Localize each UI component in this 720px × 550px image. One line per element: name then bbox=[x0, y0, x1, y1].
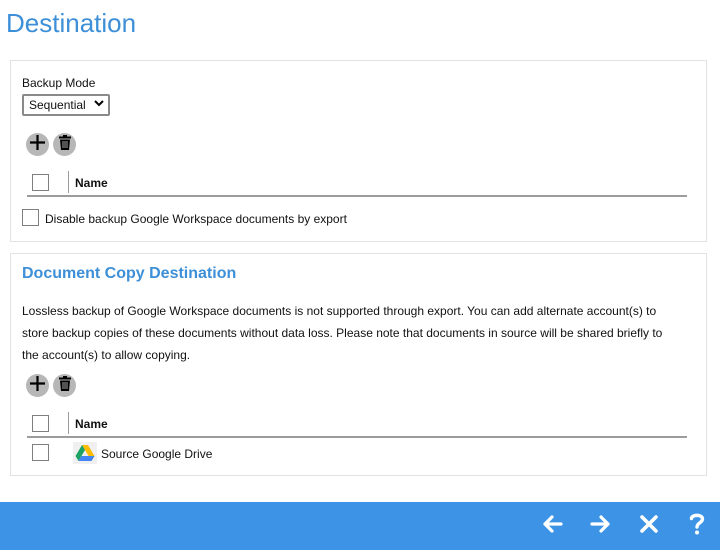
close-x-icon bbox=[639, 514, 659, 539]
next-arrow-icon bbox=[590, 514, 612, 539]
header-divider bbox=[27, 195, 687, 197]
disable-export-checkbox[interactable] bbox=[22, 209, 39, 226]
back-button[interactable] bbox=[537, 512, 567, 540]
footer-bar bbox=[0, 502, 720, 550]
description-line: Lossless backup of Google Workspace docu… bbox=[22, 304, 657, 318]
section-title: Document Copy Destination bbox=[22, 265, 237, 282]
backup-mode-value: Sequential bbox=[29, 98, 86, 112]
google-drive-icon bbox=[73, 442, 97, 464]
copy-table-header: Name bbox=[27, 412, 687, 439]
help-button[interactable] bbox=[682, 512, 712, 540]
column-divider bbox=[68, 412, 69, 434]
delete-button[interactable] bbox=[53, 374, 76, 397]
add-button[interactable] bbox=[26, 133, 49, 156]
description: Lossless backup of Google Workspace docu… bbox=[22, 300, 692, 366]
next-button[interactable] bbox=[586, 512, 616, 540]
plus-icon bbox=[29, 375, 46, 397]
delete-button[interactable] bbox=[53, 133, 76, 156]
close-button[interactable] bbox=[634, 512, 664, 540]
trash-icon bbox=[58, 134, 72, 155]
row-name: Source Google Drive bbox=[101, 447, 213, 461]
add-button[interactable] bbox=[26, 374, 49, 397]
name-column-header: Name bbox=[75, 417, 108, 431]
backup-mode-panel: Backup Mode Sequential Name Disable back… bbox=[10, 60, 707, 242]
trash-icon bbox=[58, 375, 72, 396]
copy-destination-panel: Document Copy Destination Lossless backu… bbox=[10, 253, 707, 476]
name-column-header: Name bbox=[75, 176, 108, 190]
select-all-checkbox[interactable] bbox=[32, 415, 49, 432]
table-row[interactable]: Source Google Drive bbox=[27, 440, 687, 466]
page-title: Destination bbox=[6, 8, 137, 38]
description-line: the account(s) to allow copying. bbox=[22, 348, 191, 362]
plus-icon bbox=[29, 134, 46, 156]
column-divider bbox=[68, 171, 69, 193]
backup-mode-label: Backup Mode bbox=[22, 76, 96, 90]
help-question-icon bbox=[689, 512, 705, 541]
disable-export-label: Disable backup Google Workspace document… bbox=[45, 212, 347, 226]
backup-mode-select[interactable]: Sequential bbox=[22, 94, 110, 116]
description-line: store backup copies of these documents w… bbox=[22, 326, 663, 340]
header-divider bbox=[27, 436, 687, 438]
row-checkbox[interactable] bbox=[32, 444, 49, 461]
select-all-checkbox[interactable] bbox=[32, 174, 49, 191]
back-arrow-icon bbox=[541, 514, 563, 539]
chevron-down-icon bbox=[94, 100, 104, 110]
backup-table-header: Name bbox=[27, 171, 687, 198]
